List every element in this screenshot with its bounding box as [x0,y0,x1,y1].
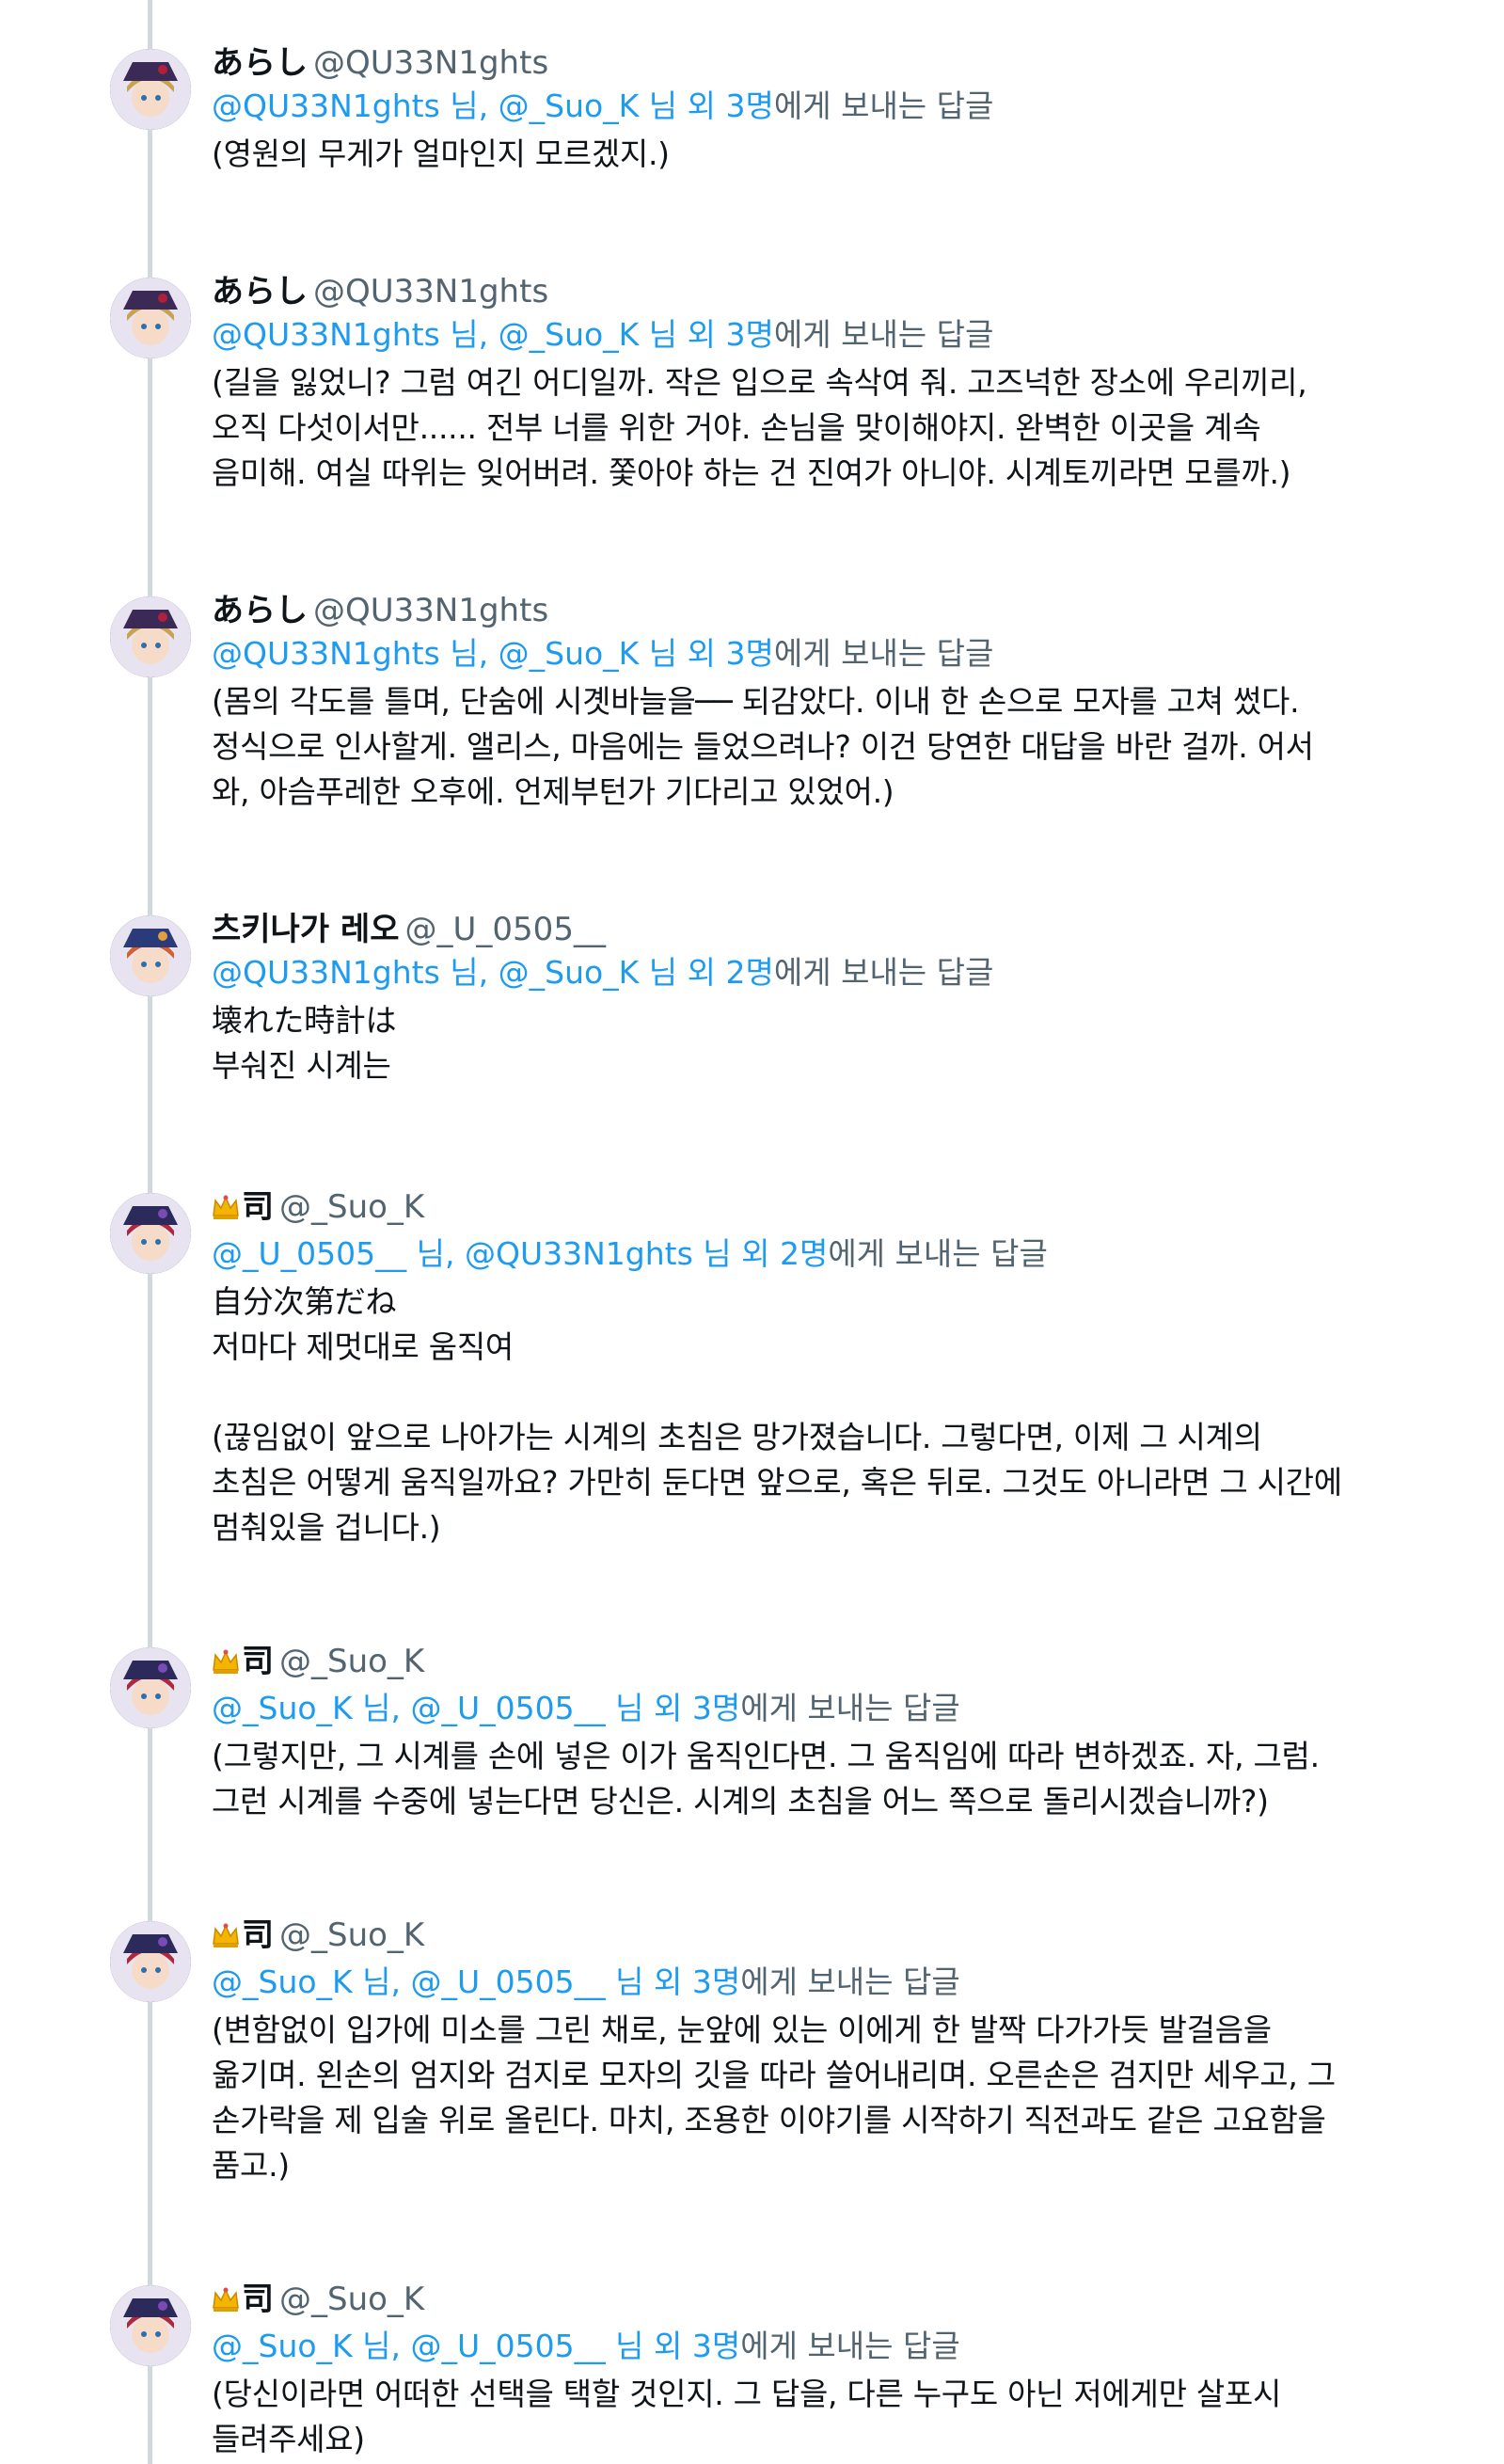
avatar[interactable] [110,1921,191,2002]
crown-icon [212,1189,240,1232]
reply-mentions-link[interactable]: @QU33N1ghts 님, @_Suo_K 님 외 3명 [212,635,774,672]
tweet-header: 司 @_Suo_K [212,1914,1448,1961]
tweet-text: (영원의 무게가 얼마인지 모르겠지.) [212,135,670,172]
display-name[interactable]: 츠키나가 레오 [212,911,400,948]
reply-mentions-link[interactable]: @_Suo_K 님, @_U_0505__ 님 외 3명 [212,1690,740,1726]
user-handle[interactable]: @QU33N1ghts [313,44,548,82]
reply-context: @_Suo_K 님, @_U_0505__ 님 외 3명에게 보내는 답글 [212,2325,1448,2368]
reply-mentions-link[interactable]: @_Suo_K 님, @_U_0505__ 님 외 3명 [212,2328,740,2364]
crown-icon [212,1917,240,1961]
reply-context: @QU33N1ghts 님, @_Suo_K 님 외 3명에게 보내는 답글 [212,85,1448,128]
tweet-header: あらし @QU33N1ghts [212,270,1448,313]
reply-context: @QU33N1ghts 님, @_Suo_K 님 외 2명에게 보내는 답글 [212,951,1448,994]
display-name[interactable]: 司 [242,2281,274,2318]
avatar[interactable] [110,915,191,996]
tweet-text: (변함없이 입가에 미소를 그린 채로, 눈앞에 있는 이에게 한 발짝 다가가… [212,2011,1336,2184]
tweet-text: (당신이라면 어떠한 선택을 택할 것인지. 그 답을, 다른 누구도 아닌 저… [212,2376,1282,2457]
tweet-header: 츠키나가 레오 @_U_0505__ [212,908,1448,951]
display-name[interactable]: あらし [212,273,308,310]
crown-icon [212,2281,240,2325]
crown-icon [212,1644,240,1687]
reply-mentions-link[interactable]: @_U_0505__ 님, @QU33N1ghts 님 외 2명 [212,1235,828,1272]
tweet-header: 司 @_Suo_K [212,2278,1448,2325]
display-name[interactable]: あらし [212,44,308,82]
avatar[interactable] [110,596,191,677]
reply-suffix: 에게 보내는 답글 [773,316,994,353]
tweet-text: 壊れた時計は 부숴진 시계는 [212,1002,397,1084]
reply-mentions-link[interactable]: @QU33N1ghts 님, @_Suo_K 님 외 2명 [212,954,774,991]
reply-suffix: 에게 보내는 답글 [773,635,994,672]
user-handle[interactable]: @QU33N1ghts [313,592,548,629]
tweet-text: (몸의 각도를 틀며, 단숨에 시곗바늘을── 되감았다. 이내 한 손으로 모… [212,683,1314,810]
display-name[interactable]: あらし [212,592,308,629]
user-handle[interactable]: @QU33N1ghts [313,273,548,310]
display-name[interactable]: 司 [242,1916,274,1954]
reply-mentions-link[interactable]: @QU33N1ghts 님, @_Suo_K 님 외 3명 [212,316,774,353]
tweet-text: (그렇지만, 그 시계를 손에 넣은 이가 움직인다면. 그 움직임에 따라 변… [212,1738,1320,1820]
reply-context: @_U_0505__ 님, @QU33N1ghts 님 외 2명에게 보내는 답… [212,1232,1448,1276]
tweet-text: 自分次第だね 저마다 제멋대로 움직여 (끊임없이 앞으로 나아가는 시계의 초… [212,1283,1342,1546]
reply-context: @_Suo_K 님, @_U_0505__ 님 외 3명에게 보내는 답글 [212,1961,1448,2004]
reply-context: @_Suo_K 님, @_U_0505__ 님 외 3명에게 보내는 답글 [212,1687,1448,1730]
tweet-header: 司 @_Suo_K [212,1640,1448,1687]
reply-context: @QU33N1ghts 님, @_Suo_K 님 외 3명에게 보내는 답글 [212,632,1448,676]
tweet-header: あらし @QU33N1ghts [212,589,1448,632]
user-handle[interactable]: @_Suo_K [279,1643,424,1680]
display-name[interactable]: 司 [242,1188,274,1226]
tweet-text: (길을 잃었니? 그럼 여긴 어디일까. 작은 입으로 속삭여 줘. 고즈넉한 … [212,364,1307,491]
avatar[interactable] [110,1193,191,1274]
user-handle[interactable]: @_Suo_K [279,2281,424,2318]
reply-suffix: 에게 보내는 답글 [740,1963,960,2000]
tweet-header: 司 @_Suo_K [212,1185,1448,1232]
reply-suffix: 에게 보내는 답글 [740,1690,960,1726]
user-handle[interactable]: @_Suo_K [279,1188,424,1226]
reply-context: @QU33N1ghts 님, @_Suo_K 님 외 3명에게 보내는 답글 [212,313,1448,357]
reply-suffix: 에게 보내는 답글 [828,1235,1048,1272]
reply-suffix: 에게 보내는 답글 [773,87,994,124]
avatar[interactable] [110,49,191,130]
avatar[interactable] [110,1647,191,1728]
reply-mentions-link[interactable]: @_Suo_K 님, @_U_0505__ 님 외 3명 [212,1963,740,2000]
reply-suffix: 에게 보내는 답글 [773,954,994,991]
reply-suffix: 에게 보내는 답글 [740,2328,960,2364]
user-handle[interactable]: @_Suo_K [279,1916,424,1954]
display-name[interactable]: 司 [242,1643,274,1680]
avatar[interactable] [110,2285,191,2366]
user-handle[interactable]: @_U_0505__ [405,911,606,948]
avatar[interactable] [110,278,191,358]
reply-mentions-link[interactable]: @QU33N1ghts 님, @_Suo_K 님 외 3명 [212,87,774,124]
tweet-header: あらし @QU33N1ghts [212,41,1448,85]
